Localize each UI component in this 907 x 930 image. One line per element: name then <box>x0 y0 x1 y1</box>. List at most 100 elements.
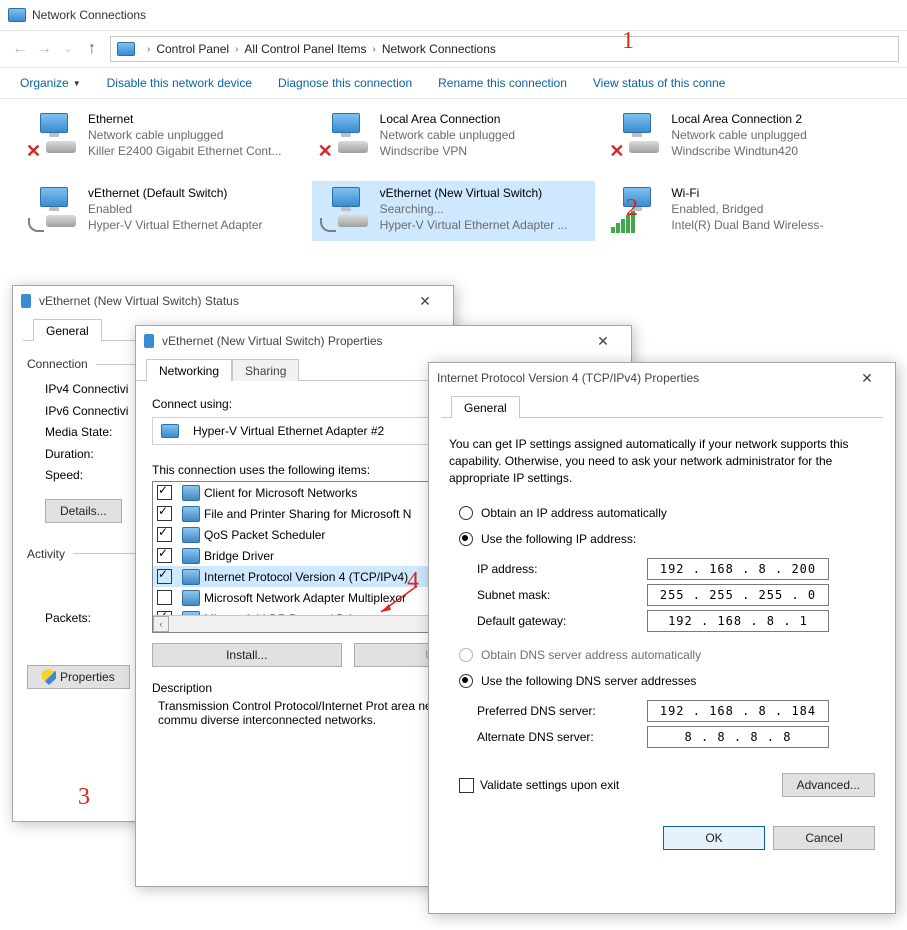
close-button[interactable]: ✕ <box>583 326 623 356</box>
cancel-button[interactable]: Cancel <box>773 826 875 850</box>
disable-device-button[interactable]: Disable this network device <box>107 76 252 90</box>
radio-use-ip[interactable]: Use the following IP address: <box>449 526 875 552</box>
component-icon <box>182 527 200 543</box>
diagnose-button[interactable]: Diagnose this connection <box>278 76 412 90</box>
preferred-dns-input[interactable]: 192 . 168 . 8 . 184 <box>647 700 829 722</box>
adapter-name: Hyper-V Virtual Ethernet Adapter #2 <box>193 424 384 438</box>
connection-device: Hyper-V Virtual Ethernet Adapter ... <box>380 217 568 233</box>
component-label: Internet Protocol Version 4 (TCP/IPv4) <box>204 570 408 584</box>
checkbox[interactable] <box>157 590 172 605</box>
connection-device: Killer E2400 Gigabit Ethernet Cont... <box>88 143 281 159</box>
breadcrumb[interactable]: › Control Panel › All Control Panel Item… <box>110 36 899 62</box>
install-button[interactable]: Install... <box>152 643 342 667</box>
chevron-right-icon: › <box>372 44 375 55</box>
ipv4-body: You can get IP settings assigned automat… <box>429 418 895 862</box>
alternate-dns-input[interactable]: 8 . 8 . 8 . 8 <box>647 726 829 748</box>
rename-button[interactable]: Rename this connection <box>438 76 567 90</box>
component-icon <box>182 569 200 585</box>
details-button[interactable]: Details... <box>45 499 122 523</box>
section-header: Connection <box>27 357 88 371</box>
status-titlebar: vEthernet (New Virtual Switch) Status ✕ <box>13 286 453 316</box>
validate-checkbox[interactable]: Validate settings upon exit <box>449 778 619 793</box>
gateway-label: Default gateway: <box>477 614 647 628</box>
connection-name: vEthernet (New Virtual Switch) <box>380 185 568 201</box>
unplugged-x-icon: ✕ <box>318 141 333 162</box>
advanced-button[interactable]: Advanced... <box>782 773 875 797</box>
checkbox[interactable] <box>157 506 172 521</box>
tab-networking[interactable]: Networking <box>146 359 232 381</box>
component-label: Bridge Driver <box>204 549 274 563</box>
connection-name: Ethernet <box>88 111 281 127</box>
ipv4-titlebar: Internet Protocol Version 4 (TCP/IPv4) P… <box>429 363 895 393</box>
breadcrumb-item[interactable]: Network Connections <box>382 42 496 56</box>
radio-label: Use the following DNS server addresses <box>481 674 696 688</box>
radio-label: Use the following IP address: <box>481 532 636 546</box>
ip-address-input[interactable]: 192 . 168 . 8 . 200 <box>647 558 829 580</box>
annotation-3: 3 <box>78 784 90 811</box>
network-connections-window: Network Connections ← → ⌄ ↑ › Control Pa… <box>0 0 907 275</box>
tab-general[interactable]: General <box>451 396 520 418</box>
radio-icon <box>459 506 473 520</box>
checkbox[interactable] <box>157 569 172 584</box>
breadcrumb-item[interactable]: All Control Panel Items <box>244 42 366 56</box>
shield-icon <box>42 669 56 685</box>
checkbox[interactable] <box>157 548 172 563</box>
radio-icon <box>459 648 473 662</box>
radio-label: Obtain DNS server address automatically <box>481 648 701 662</box>
connection-status: Network cable unplugged <box>671 127 806 143</box>
breadcrumb-item[interactable]: Control Panel <box>156 42 229 56</box>
network-icon <box>8 8 26 22</box>
connection-item-ethernet[interactable]: ✕ Ethernet Network cable unplugged Kille… <box>20 107 304 167</box>
up-button[interactable]: ↑ <box>80 40 104 58</box>
adapter-mini-icon <box>161 424 179 438</box>
connection-device: Hyper-V Virtual Ethernet Adapter <box>88 217 263 233</box>
connection-item-wifi[interactable]: Wi-Fi Enabled, Bridged Intel(R) Dual Ban… <box>603 181 887 241</box>
connection-item-lac[interactable]: ✕ Local Area Connection Network cable un… <box>312 107 596 167</box>
organize-label: Organize <box>20 76 69 90</box>
adapter-mini-icon <box>21 294 31 308</box>
connection-item-lac2[interactable]: ✕ Local Area Connection 2 Network cable … <box>603 107 887 167</box>
connection-device: Intel(R) Dual Band Wireless- <box>671 217 823 233</box>
dns2-label: Alternate DNS server: <box>477 730 647 744</box>
component-icon <box>182 485 200 501</box>
radio-use-dns[interactable]: Use the following DNS server addresses <box>449 668 875 694</box>
adapter-mini-icon <box>144 334 154 348</box>
tab-general[interactable]: General <box>33 319 102 341</box>
chevron-right-icon: › <box>235 44 238 55</box>
back-button[interactable]: ← <box>8 40 32 58</box>
component-label: File and Printer Sharing for Microsoft N <box>204 507 411 521</box>
annotation-4: 4 <box>407 568 419 595</box>
close-button[interactable]: ✕ <box>847 363 887 393</box>
breadcrumb-icon <box>117 42 135 56</box>
connection-status: Enabled <box>88 201 263 217</box>
adapter-icon: ✕ <box>609 111 661 161</box>
close-button[interactable]: ✕ <box>405 286 445 316</box>
connection-device: Windscribe Windtun420 <box>671 143 806 159</box>
view-status-button[interactable]: View status of this conne <box>593 76 726 90</box>
connection-item-vethernet-default[interactable]: vEthernet (Default Switch) Enabled Hyper… <box>20 181 304 241</box>
properties-title: vEthernet (New Virtual Switch) Propertie… <box>162 334 383 348</box>
radio-icon <box>459 674 473 688</box>
checkbox[interactable] <box>157 527 172 542</box>
subnet-mask-input[interactable]: 255 . 255 . 255 . 0 <box>647 584 829 606</box>
forward-button[interactable]: → <box>32 40 56 58</box>
radio-auto-ip[interactable]: Obtain an IP address automatically <box>449 500 875 526</box>
properties-label: Properties <box>60 670 115 684</box>
connection-status: Network cable unplugged <box>380 127 515 143</box>
component-icon <box>182 548 200 564</box>
organize-menu[interactable]: Organize ▼ <box>20 76 81 90</box>
ipv4-title: Internet Protocol Version 4 (TCP/IPv4) P… <box>437 371 699 385</box>
checkbox-icon <box>459 778 474 793</box>
properties-button[interactable]: Properties <box>27 665 130 689</box>
tab-sharing[interactable]: Sharing <box>232 359 299 381</box>
scroll-left-button[interactable]: ‹ <box>153 616 169 632</box>
ok-button[interactable]: OK <box>663 826 765 850</box>
status-title: vEthernet (New Virtual Switch) Status <box>39 294 239 308</box>
adapter-icon: ✕ <box>318 111 370 161</box>
recent-dropdown[interactable]: ⌄ <box>56 44 80 55</box>
default-gateway-input[interactable]: 192 . 168 . 8 . 1 <box>647 610 829 632</box>
connection-item-vethernet-new[interactable]: vEthernet (New Virtual Switch) Searching… <box>312 181 596 241</box>
properties-titlebar: vEthernet (New Virtual Switch) Propertie… <box>136 326 631 356</box>
component-label: Client for Microsoft Networks <box>204 486 357 500</box>
checkbox[interactable] <box>157 485 172 500</box>
